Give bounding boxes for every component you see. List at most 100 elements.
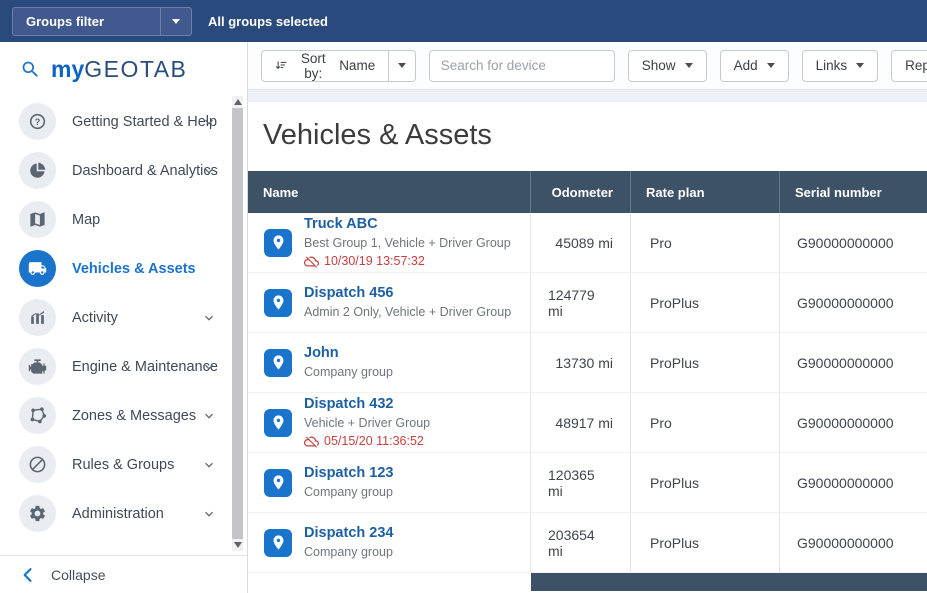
vehicle-name-link[interactable]: John [304,345,393,362]
table-row[interactable]: Dispatch 234 Company group 203654 mi Pro… [248,513,927,573]
serial-number-cell: G90000000000 [797,534,894,551]
topbar: Groups filter All groups selected [0,0,927,42]
engine-icon [19,348,56,385]
sort-icon [275,61,287,70]
collapse-label: Collapse [51,566,106,583]
sidebar-item-zones-messages[interactable]: Zones & Messages [0,391,247,440]
gear-icon [19,495,56,532]
groups-filter-caret[interactable] [160,7,191,35]
chevron-down-icon [201,114,217,130]
sidebar-item-engine-maintenance[interactable]: Engine & Maintenance [0,342,247,391]
table-row[interactable]: Truck ABC Best Group 1, Vehicle + Driver… [248,213,927,273]
scroll-up-button[interactable] [232,96,243,108]
column-header-name: Name [248,171,531,213]
toolbar-buttons: Show Add Links Report [627,49,927,82]
dropdown-caret-icon [172,18,180,24]
vehicle-name-link[interactable]: Truck ABC [304,216,511,233]
table-footer-bar [531,573,927,591]
content: Vehicles & Assets Name Odometer Rate pla… [248,102,927,593]
sidebar: myGEOTAB ? Getting Started & Help Dashbo… [0,42,248,593]
column-header-serial-number: Serial number [795,184,882,200]
vehicle-name-link[interactable]: Dispatch 234 [304,525,393,542]
last-comm: 05/15/20 11:36:52 [304,434,430,449]
cloud-off-icon [304,436,319,448]
search-input[interactable] [428,49,615,82]
toolbar-button-label: Show [641,58,676,73]
groups-selection-text: All groups selected [208,13,328,29]
sort-value: Name [339,58,376,73]
name-cell: Dispatch 456 Admin 2 Only, Vehicle + Dri… [248,273,531,332]
toolbar-button-label: Links [815,58,848,73]
sidebar-item-map[interactable]: Map [0,195,247,244]
dropdown-caret-icon [766,63,775,68]
vehicle-name-link[interactable]: Dispatch 456 [304,285,511,302]
nav-item-label: Getting Started & Help [72,113,218,130]
table-row[interactable]: Dispatch 432 Vehicle + Driver Group 05/1… [248,393,927,453]
logo: myGEOTAB [0,42,247,97]
chevron-left-icon [23,567,32,582]
sort-button[interactable]: Sort by: Name [261,49,390,82]
nav-item-label: Rules & Groups [72,456,175,473]
vehicle-name-link[interactable]: Dispatch 123 [304,465,393,482]
sort-label: Sort by: [300,50,326,81]
scroll-down-button[interactable] [232,539,243,551]
table-row[interactable]: John Company group 13730 mi ProPlus G900… [248,333,927,393]
map-icon [19,201,56,238]
name-stack: Dispatch 123 Company group [304,465,393,499]
main-content: Sort by: Name Show Add Links Report Vehi… [248,42,927,593]
serial-number-cell: G90000000000 [797,234,894,251]
logo-my: my [51,56,85,82]
chevron-down-icon [201,310,217,326]
odometer-cell: 48917 mi [531,393,631,452]
sidebar-item-activity[interactable]: Activity [0,293,247,342]
location-pin-icon [264,528,292,557]
add-button[interactable]: Add [719,49,789,82]
logo-wordmark: myGEOTAB [51,58,187,81]
odometer-cell: 45089 mi [531,213,631,272]
table-body: Truck ABC Best Group 1, Vehicle + Driver… [248,213,927,573]
name-cell: Truck ABC Best Group 1, Vehicle + Driver… [248,213,531,272]
last-comm-time: 10/30/19 13:57:32 [324,253,425,268]
svg-text:?: ? [35,117,41,127]
table-row[interactable]: Dispatch 456 Admin 2 Only, Vehicle + Dri… [248,273,927,333]
dropdown-caret-icon [856,63,865,68]
toolbar-button-label: Report [905,58,927,73]
dropdown-caret-icon [397,63,406,68]
odometer-cell: 124779 mi [531,273,631,332]
links-button[interactable]: Links [801,49,879,82]
nav-item-label: Map [72,211,101,228]
vehicle-name-link[interactable]: Dispatch 432 [304,396,430,413]
sort-caret-button[interactable] [389,49,416,82]
serial-number-cell: G90000000000 [797,474,894,491]
sidebar-item-vehicles-assets[interactable]: Vehicles & Assets [0,244,247,293]
rate-plan-cell: ProPlus [631,333,780,392]
pie-chart-icon [19,152,56,189]
name-cell: Dispatch 123 Company group [248,453,531,512]
location-pin-icon [264,348,292,377]
sidebar-item-administration[interactable]: Administration [0,489,247,538]
chevron-down-icon [201,506,217,522]
groups-filter-button[interactable]: Groups filter [12,6,192,36]
rate-plan-cell: Pro [631,213,780,272]
report-button[interactable]: Report [891,49,927,82]
sidebar-scrollbar[interactable] [232,96,243,551]
name-stack: Dispatch 432 Vehicle + Driver Group 05/1… [304,396,430,448]
scrollbar-thumb[interactable] [232,108,243,539]
collapse-button[interactable]: Collapse [0,555,247,593]
triangle-up-icon [233,99,242,105]
rate-plan-cell: ProPlus [631,453,780,512]
serial-number-cell: G90000000000 [797,354,894,371]
block-icon [19,446,56,483]
column-header-odometer: Odometer [531,171,631,213]
nav-item-label: Engine & Maintenance [72,358,218,375]
name-cell: John Company group [248,333,531,392]
vehicle-groups: Best Group 1, Vehicle + Driver Group [304,235,511,250]
sidebar-item-getting-started-help[interactable]: ? Getting Started & Help [0,97,247,146]
content-top-band [248,90,927,102]
search-icon[interactable] [20,59,41,80]
show-button[interactable]: Show [627,49,707,82]
table-row[interactable]: Dispatch 123 Company group 120365 mi Pro… [248,453,927,513]
sidebar-item-dashboard-analytics[interactable]: Dashboard & Analytics [0,146,247,195]
sidebar-item-rules-groups[interactable]: Rules & Groups [0,440,247,489]
zone-icon [19,397,56,434]
